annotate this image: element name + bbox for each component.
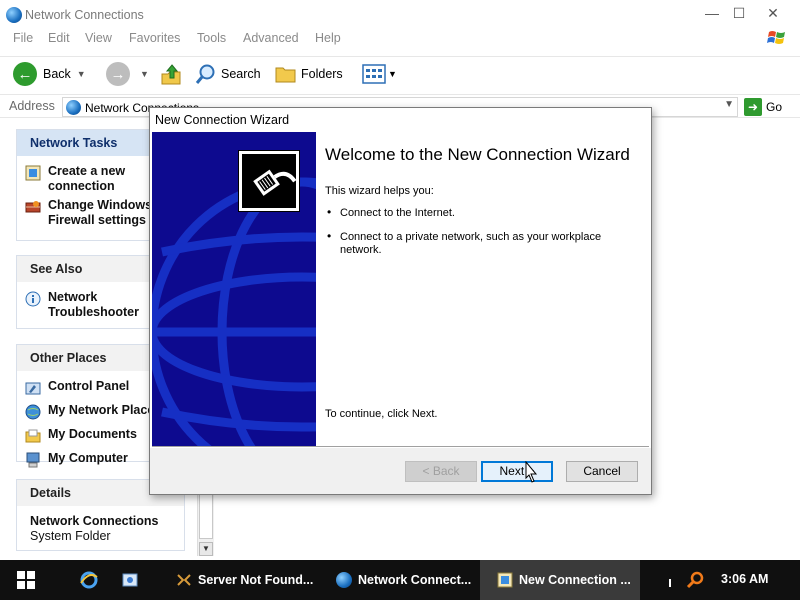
toolbar: ← Back ▼ → ▼ Search Folders ▼	[0, 56, 800, 90]
show-desktop-icon	[122, 573, 138, 587]
control-panel-label: Control Panel	[48, 379, 130, 393]
taskbar-item-label: New Connection ...	[519, 573, 631, 587]
close-button[interactable]: ✕	[763, 4, 783, 24]
wizard-cancel-button[interactable]: Cancel	[566, 461, 638, 482]
new-connection-icon	[25, 165, 41, 181]
new-connection-wizard-icon	[497, 572, 513, 588]
scroll-down-icon[interactable]: ▼	[199, 542, 213, 556]
menu-help[interactable]: Help	[315, 31, 341, 45]
up-folder-icon	[161, 64, 181, 85]
taskbar-item-network-connections[interactable]: Network Connect...	[330, 560, 480, 600]
new-connection-wizard-dialog: New Connection Wizard Welcome to the New…	[149, 107, 652, 495]
windows-logo-icon	[767, 31, 785, 44]
taskbar-item-label: Network Connect...	[358, 573, 472, 587]
taskbar-item-new-connection[interactable]: New Connection ...	[480, 560, 640, 600]
wizard-button-bar: < Back Next > Cancel	[150, 448, 651, 494]
control-panel-icon	[25, 382, 41, 395]
search-magnifier-icon	[686, 571, 704, 589]
wizard-intro: This wizard helps you:	[325, 185, 434, 197]
wizard-bullet: Connect to a private network, such as yo…	[325, 230, 610, 257]
quicklaunch-show-desktop[interactable]	[122, 560, 138, 600]
menu-view[interactable]: View	[85, 31, 112, 45]
taskbar: Server Not Found... Network Connect... N…	[0, 560, 800, 600]
my-documents-label: My Documents	[48, 427, 137, 441]
wizard-bullet-list: Connect to the Internet. Connect to a pr…	[325, 206, 650, 257]
go-arrow-icon: ➜	[744, 98, 762, 116]
search-label: Search	[221, 67, 261, 81]
quicklaunch-internet-explorer[interactable]	[80, 560, 98, 600]
menu-favorites[interactable]: Favorites	[129, 31, 180, 45]
forward-button[interactable]: → ▼	[106, 61, 149, 87]
back-dropdown-icon[interactable]: ▼	[77, 69, 86, 79]
my-documents-icon	[25, 429, 41, 443]
start-button[interactable]	[0, 560, 52, 600]
menu-advanced[interactable]: Advanced	[243, 31, 299, 45]
details-type: System Folder	[30, 529, 111, 543]
menu-file[interactable]: File	[13, 31, 33, 45]
wizard-next-button[interactable]: Next >	[481, 461, 553, 482]
title-bar[interactable]: Network Connections — ☐ ✕	[0, 0, 800, 30]
views-dropdown-icon[interactable]: ▼	[388, 69, 397, 79]
search-icon	[195, 64, 215, 84]
firefox-broken-icon	[177, 574, 191, 586]
maximize-button[interactable]: ☐	[729, 4, 749, 24]
tray-search-button[interactable]	[686, 560, 704, 600]
address-dropdown-icon[interactable]: ▼	[724, 99, 734, 110]
go-label: Go	[766, 100, 783, 114]
network-connections-icon	[6, 7, 22, 23]
my-computer-label: My Computer	[48, 451, 128, 465]
forward-dropdown-icon[interactable]: ▼	[140, 69, 149, 79]
forward-arrow-icon: →	[106, 62, 130, 86]
wizard-continue-text: To continue, click Next.	[325, 408, 438, 420]
wizard-title[interactable]: New Connection Wizard	[150, 108, 651, 132]
info-icon	[25, 291, 41, 307]
go-button[interactable]: ➜ Go	[744, 96, 782, 118]
network-places-icon	[25, 404, 41, 420]
back-label: Back	[43, 67, 71, 81]
taskbar-item-label: Server Not Found...	[198, 573, 314, 587]
network-connections-icon	[336, 572, 352, 588]
my-network-places-label: My Network Places	[48, 403, 162, 417]
folders-label: Folders	[301, 67, 343, 81]
address-label: Address	[9, 99, 55, 113]
wizard-content: Welcome to the New Connection Wizard Thi…	[325, 132, 650, 446]
windows-start-icon	[17, 571, 35, 589]
network-cable-icon	[242, 154, 297, 208]
window-title: Network Connections	[25, 8, 144, 22]
folders-button[interactable]: Folders	[275, 61, 343, 87]
wizard-heading: Welcome to the New Connection Wizard	[325, 145, 630, 164]
wizard-connector-icon-frame	[238, 150, 300, 212]
wizard-bullet: Connect to the Internet.	[325, 206, 610, 220]
details-name: Network Connections	[30, 514, 159, 528]
back-arrow-icon: ←	[13, 62, 37, 86]
taskbar-item-server-not-found[interactable]: Server Not Found...	[170, 560, 320, 600]
my-computer-icon	[26, 452, 40, 468]
menu-edit[interactable]: Edit	[48, 31, 70, 45]
wizard-back-button[interactable]: < Back	[405, 461, 477, 482]
menu-bar: File Edit View Favorites Tools Advanced …	[0, 28, 800, 50]
internet-explorer-icon	[80, 571, 98, 589]
minimize-button[interactable]: —	[702, 4, 722, 24]
taskbar-clock[interactable]: 3:06 AM	[721, 572, 768, 586]
search-button[interactable]: Search	[195, 61, 261, 87]
views-button[interactable]: ▼	[362, 61, 397, 87]
back-button[interactable]: ← Back ▼	[13, 61, 86, 87]
firewall-icon	[25, 201, 41, 213]
views-icon	[362, 64, 386, 84]
tray-divider	[669, 573, 671, 587]
folders-icon	[275, 67, 296, 83]
network-globe-icon	[66, 100, 81, 115]
mouse-cursor-icon	[525, 461, 538, 483]
up-folder-button[interactable]	[160, 61, 182, 87]
menu-tools[interactable]: Tools	[197, 31, 226, 45]
